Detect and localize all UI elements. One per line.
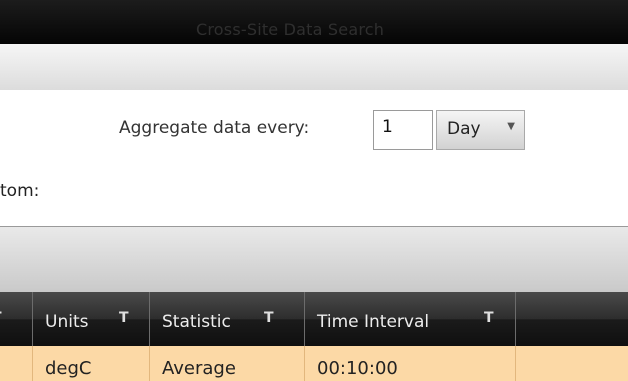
filter-icon[interactable]: T [264,310,274,326]
column-header-statistic[interactable]: Statistic T [150,292,305,346]
partial-field-label: tom: [0,181,40,201]
table-cell: Average [150,346,305,381]
cell-units: degC [45,358,92,379]
chevron-down-icon: ▼ [507,121,515,132]
aggregate-label: Aggregate data every: [119,118,310,138]
table-cell [516,346,628,381]
filter-icon[interactable]: T [0,310,2,326]
column-header-units[interactable]: Units T [33,292,150,346]
column-header-next[interactable] [516,292,628,346]
search-options-panel [0,90,628,226]
table-cell: 00:10:00 [305,346,516,381]
cell-statistic: Average [162,358,236,379]
window-title: Cross-Site Data Search [196,20,385,39]
column-header-label: Statistic [162,312,231,332]
table-cell [0,346,33,381]
aggregate-unit-value: Day [447,119,481,139]
window-titlebar: Cross-Site Data Search [0,0,628,44]
toolbar-band [0,44,628,91]
column-header-time-interval[interactable]: Time Interval T [305,292,516,346]
column-header-label: Units [45,312,89,332]
aggregate-interval-input[interactable]: 1 [373,110,433,150]
group-panel-band [0,226,628,293]
table-cell: degC [33,346,150,381]
aggregate-unit-dropdown[interactable]: Day ▼ [436,110,525,150]
column-header-previous[interactable]: T [0,292,33,346]
column-header-label: Time Interval [317,312,430,332]
filter-icon[interactable]: T [484,310,494,326]
table-row[interactable]: degC Average 00:10:00 [0,346,628,381]
filter-icon[interactable]: T [119,310,129,326]
cell-time-interval: 00:10:00 [317,358,398,379]
results-grid-header: T Units T Statistic T Time Interval T [0,292,628,346]
